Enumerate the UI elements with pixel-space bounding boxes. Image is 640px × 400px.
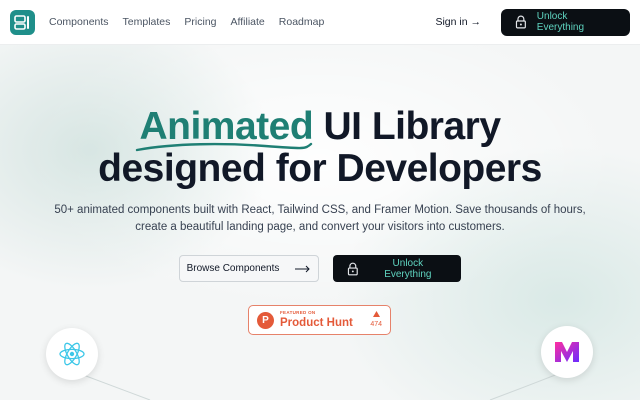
- m-logo-bubble: [541, 326, 593, 378]
- unlock-everything-button-hero[interactable]: Unlock Everything: [333, 255, 461, 282]
- logo-icon[interactable]: [10, 9, 35, 35]
- nav-right: Sign in → Unlock Everything: [435, 8, 630, 36]
- nav-link-templates[interactable]: Templates: [123, 16, 171, 28]
- browse-components-label: Browse Components: [186, 263, 280, 274]
- subtitle-line-1: 50+ animated components built with React…: [54, 204, 586, 216]
- hero-actions: Browse Components Unlock Everything: [0, 255, 640, 282]
- nav-link-pricing[interactable]: Pricing: [184, 16, 216, 28]
- react-icon-bubble: [46, 328, 98, 380]
- headline-line-2: designed for Developers: [98, 147, 542, 190]
- arrow-right-icon: →: [470, 16, 482, 28]
- lock-icon: [347, 262, 358, 275]
- headline-rest: UI Library: [313, 105, 501, 148]
- product-hunt-label: Product Hunt: [280, 316, 353, 329]
- product-hunt-text: FEATURED ON Product Hunt: [280, 310, 353, 329]
- headline-accent: Animated: [136, 107, 314, 152]
- unlock-label-nav: Unlock Everything: [536, 11, 585, 33]
- sign-in-label: Sign in: [435, 16, 468, 28]
- nav-links: Components Templates Pricing Affiliate R…: [49, 16, 324, 28]
- subtitle-line-2: create a beautiful landing page, and con…: [135, 221, 505, 233]
- arrow-right-icon: [295, 265, 311, 272]
- vote-count: 474: [370, 321, 382, 328]
- nav-link-affiliate[interactable]: Affiliate: [231, 16, 265, 28]
- headline-line-1: Animated UI Library: [0, 105, 640, 152]
- lock-icon: [515, 15, 526, 29]
- nav-link-roadmap[interactable]: Roadmap: [279, 16, 325, 28]
- hero-subtitle: 50+ animated components built with React…: [0, 202, 640, 236]
- nav-link-components[interactable]: Components: [49, 16, 109, 28]
- m-logo-icon: [555, 342, 579, 362]
- product-hunt-icon: P: [257, 311, 274, 329]
- featured-on-label: FEATURED ON: [280, 310, 316, 315]
- unlock-everything-button-nav[interactable]: Unlock Everything: [501, 8, 630, 36]
- upvote-icon: [372, 311, 380, 317]
- browse-components-button[interactable]: Browse Components: [179, 255, 319, 282]
- product-hunt-badge[interactable]: P FEATURED ON Product Hunt 474: [248, 305, 391, 335]
- react-icon: [59, 342, 85, 366]
- sign-in-link[interactable]: Sign in →: [435, 16, 481, 28]
- unlock-label-hero: Unlock Everything: [384, 257, 432, 280]
- top-navbar: Components Templates Pricing Affiliate R…: [0, 0, 640, 45]
- upvote-count: 474: [370, 311, 382, 329]
